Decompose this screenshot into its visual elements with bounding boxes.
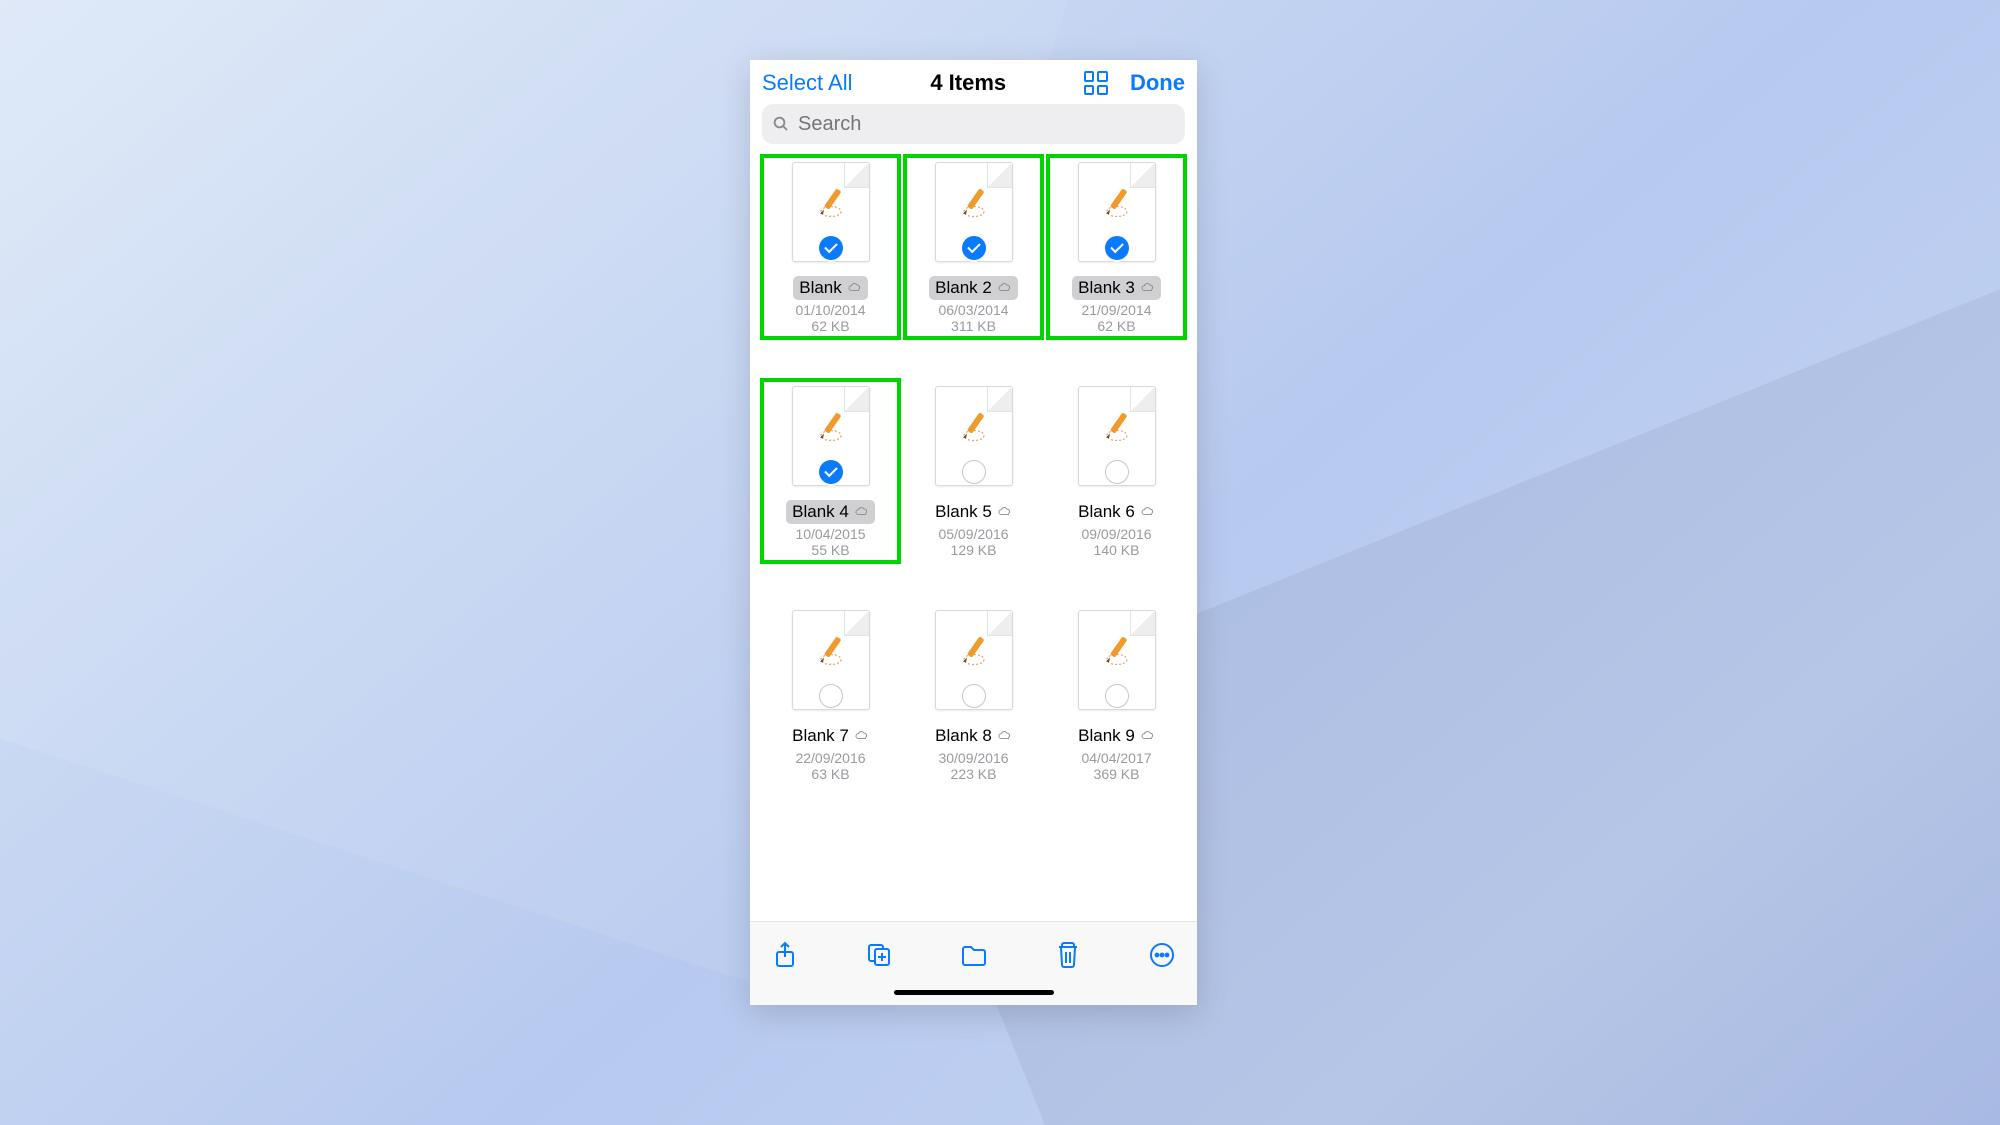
file-date: 21/09/2014 — [1081, 302, 1151, 318]
pages-document-icon — [954, 182, 994, 227]
selection-checkmark-icon[interactable] — [962, 684, 986, 708]
pages-document-icon — [954, 406, 994, 451]
file-date: 04/04/2017 — [1081, 750, 1151, 766]
file-size: 223 KB — [951, 766, 997, 782]
file-date: 30/09/2016 — [938, 750, 1008, 766]
file-item[interactable]: Blank 8 30/09/2016 223 KB — [903, 602, 1044, 788]
file-item[interactable]: Blank 01/10/2014 62 KB — [760, 154, 901, 340]
file-size: 55 KB — [811, 542, 849, 558]
file-name-row: Blank — [793, 276, 868, 300]
file-name-row: Blank 4 — [786, 500, 875, 524]
file-item[interactable]: Blank 6 09/09/2016 140 KB — [1046, 378, 1187, 564]
file-item[interactable]: Blank 5 05/09/2016 129 KB — [903, 378, 1044, 564]
pages-document-icon — [1097, 406, 1137, 451]
file-size: 62 KB — [811, 318, 849, 334]
view-mode-icon[interactable] — [1084, 71, 1108, 95]
selection-checkmark-icon[interactable] — [1105, 684, 1129, 708]
file-name-row: Blank 9 — [1072, 724, 1161, 748]
home-indicator[interactable] — [894, 990, 1054, 995]
cloud-icon — [997, 726, 1012, 746]
file-size: 63 KB — [811, 766, 849, 782]
file-date: 10/04/2015 — [795, 526, 865, 542]
selection-checkmark-icon[interactable] — [819, 684, 843, 708]
file-name: Blank 4 — [792, 502, 849, 522]
file-date: 05/09/2016 — [938, 526, 1008, 542]
selection-checkmark-icon[interactable] — [962, 236, 986, 260]
navbar: Select All 4 Items Done — [750, 60, 1197, 104]
file-date: 01/10/2014 — [795, 302, 865, 318]
file-name: Blank 9 — [1078, 726, 1135, 746]
file-size: 129 KB — [951, 542, 997, 558]
navbar-title: 4 Items — [930, 70, 1006, 96]
cloud-icon — [854, 726, 869, 746]
file-name-row: Blank 3 — [1072, 276, 1161, 300]
share-button[interactable] — [770, 940, 800, 970]
file-name: Blank 5 — [935, 502, 992, 522]
selection-checkmark-icon[interactable] — [962, 460, 986, 484]
pages-document-icon — [954, 630, 994, 675]
file-date: 09/09/2016 — [1081, 526, 1151, 542]
more-button[interactable] — [1147, 940, 1177, 970]
file-item[interactable]: Blank 2 06/03/2014 311 KB — [903, 154, 1044, 340]
search-icon — [772, 115, 790, 133]
selection-checkmark-icon[interactable] — [1105, 460, 1129, 484]
file-name: Blank 7 — [792, 726, 849, 746]
file-size: 140 KB — [1094, 542, 1140, 558]
file-size: 369 KB — [1094, 766, 1140, 782]
cloud-icon — [997, 278, 1012, 298]
cloud-icon — [854, 502, 869, 522]
file-item[interactable]: Blank 4 10/04/2015 55 KB — [760, 378, 901, 564]
file-name: Blank — [799, 278, 842, 298]
cloud-icon — [997, 502, 1012, 522]
file-item[interactable]: Blank 9 04/04/2017 369 KB — [1046, 602, 1187, 788]
file-name-row: Blank 2 — [929, 276, 1018, 300]
done-button[interactable]: Done — [1130, 70, 1185, 96]
search-input[interactable] — [796, 112, 1175, 137]
cloud-icon — [1140, 726, 1155, 746]
files-app-window: Select All 4 Items Done Blank 01 — [750, 60, 1197, 1005]
file-name-row: Blank 6 — [1072, 500, 1161, 524]
selection-checkmark-icon[interactable] — [819, 460, 843, 484]
file-name: Blank 2 — [935, 278, 992, 298]
file-name: Blank 3 — [1078, 278, 1135, 298]
pages-document-icon — [1097, 182, 1137, 227]
file-name: Blank 6 — [1078, 502, 1135, 522]
pages-document-icon — [811, 406, 851, 451]
pages-document-icon — [811, 630, 851, 675]
file-item[interactable]: Blank 7 22/09/2016 63 KB — [760, 602, 901, 788]
select-all-button[interactable]: Select All — [762, 70, 853, 96]
cloud-icon — [1140, 278, 1155, 298]
file-date: 22/09/2016 — [795, 750, 865, 766]
file-size: 311 KB — [951, 318, 996, 334]
cloud-icon — [847, 278, 862, 298]
file-name-row: Blank 8 — [929, 724, 1018, 748]
selection-checkmark-icon[interactable] — [819, 236, 843, 260]
delete-button[interactable] — [1053, 940, 1083, 970]
move-button[interactable] — [959, 940, 989, 970]
file-name-row: Blank 5 — [929, 500, 1018, 524]
file-name: Blank 8 — [935, 726, 992, 746]
file-name-row: Blank 7 — [786, 724, 875, 748]
duplicate-button[interactable] — [864, 940, 894, 970]
pages-document-icon — [1097, 630, 1137, 675]
file-grid: Blank 01/10/2014 62 KB Blank 2 06/03/201… — [750, 158, 1197, 784]
cloud-icon — [1140, 502, 1155, 522]
file-date: 06/03/2014 — [938, 302, 1008, 318]
search-bar[interactable] — [762, 104, 1185, 144]
pages-document-icon — [811, 182, 851, 227]
file-item[interactable]: Blank 3 21/09/2014 62 KB — [1046, 154, 1187, 340]
file-size: 62 KB — [1097, 318, 1135, 334]
selection-checkmark-icon[interactable] — [1105, 236, 1129, 260]
